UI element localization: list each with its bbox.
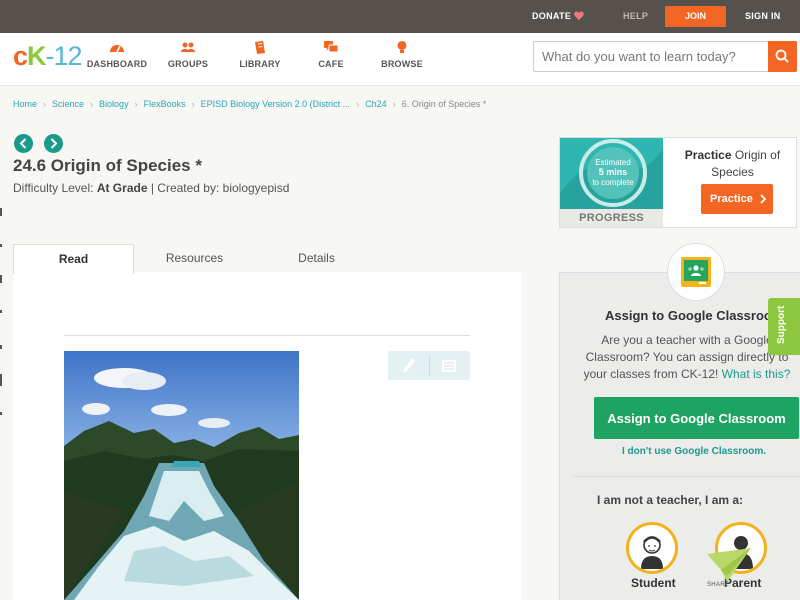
chevron-right-icon — [50, 138, 58, 149]
nav-cafe[interactable]: CAFE — [296, 40, 366, 69]
breadcrumb-separator: › — [43, 99, 47, 109]
cafe-icon — [324, 41, 339, 53]
logo-12: -12 — [45, 41, 83, 71]
progress-label: PROGRESS — [560, 209, 663, 227]
nav-library[interactable]: LIBRARY — [225, 40, 295, 69]
top-bar: DONATE HELP JOIN SIGN IN — [0, 0, 800, 33]
breadcrumb-separator: › — [134, 99, 138, 109]
assign-google-classroom-button[interactable]: Assign to Google Classroom — [594, 397, 799, 439]
groups-icon — [181, 42, 195, 52]
ck12-logo[interactable]: cK-12 — [13, 41, 83, 72]
student-avatar-icon — [641, 536, 663, 569]
nav-dashboard[interactable]: DASHBOARD — [82, 40, 152, 69]
what-is-this-link[interactable]: What is this? — [722, 367, 791, 381]
breadcrumb-separator: › — [392, 99, 396, 109]
edge-mark — [0, 244, 2, 247]
pencil-icon[interactable] — [402, 357, 416, 374]
student-role-button[interactable] — [626, 522, 678, 574]
help-link[interactable]: HELP — [623, 11, 648, 21]
student-role-label: Student — [631, 576, 676, 590]
google-classroom-title: Assign to Google Classroom — [605, 308, 784, 323]
logo-c: c — [13, 41, 28, 71]
breadcrumb-separator: › — [356, 99, 360, 109]
nav-browse[interactable]: BROWSE — [367, 40, 437, 69]
practice-progress-image: Estimated 5 mins to complete PROGRESS — [560, 138, 663, 227]
library-icon — [255, 41, 265, 54]
heart-icon — [574, 11, 584, 20]
practice-card: Estimated 5 mins to complete PROGRESS Pr… — [559, 137, 797, 228]
edge-mark — [0, 374, 2, 386]
breadcrumb-flexbooks[interactable]: FlexBooks — [144, 99, 186, 109]
estimate-line1: Estimated — [595, 158, 631, 167]
breadcrumb-chapter[interactable]: Ch24 — [365, 99, 387, 109]
search-box — [533, 41, 797, 72]
estimate-line3: to complete — [592, 178, 634, 187]
page-title: 24.6 Origin of Species * — [13, 156, 202, 175]
edge-mark — [0, 345, 2, 349]
nav-groups-label: GROUPS — [167, 59, 209, 69]
practice-button[interactable]: Practice — [701, 184, 773, 214]
tab-details[interactable]: Details — [256, 244, 377, 273]
previous-lesson-button[interactable] — [14, 134, 33, 153]
difficulty-value: At Grade — [96, 181, 148, 195]
next-lesson-button[interactable] — [44, 134, 63, 153]
search-input[interactable] — [534, 42, 769, 71]
google-classroom-logo — [667, 243, 725, 301]
breadcrumb-biology[interactable]: Biology — [99, 99, 129, 109]
join-button[interactable]: JOIN — [665, 6, 726, 27]
notes-icon[interactable] — [441, 359, 457, 373]
breadcrumb-separator: › — [90, 99, 94, 109]
lesson-meta: Difficulty Level: At Grade | Created by:… — [13, 181, 289, 195]
nav-dashboard-label: DASHBOARD — [86, 59, 148, 69]
difficulty-label: Difficulty Level: — [13, 181, 97, 195]
browse-icon — [397, 41, 407, 53]
breadcrumb-science[interactable]: Science — [52, 99, 84, 109]
toolbar-divider — [429, 355, 430, 376]
estimate-line2: 5 mins — [599, 167, 628, 177]
nav-library-label: LIBRARY — [239, 59, 281, 69]
created-by: | Created by: biologyepisd — [147, 181, 290, 195]
not-teacher-heading: I am not a teacher, I am a: — [597, 493, 744, 507]
content-divider — [64, 335, 470, 336]
dashboard-icon — [110, 45, 124, 53]
classroom-divider — [574, 476, 800, 477]
tab-resources[interactable]: Resources — [134, 244, 255, 273]
google-classroom-icon — [681, 257, 711, 287]
edge-mark — [0, 208, 2, 216]
donate-link[interactable]: DONATE — [532, 11, 584, 21]
donate-label: DONATE — [532, 11, 572, 21]
breadcrumb-current: 6. Origin of Species * — [401, 99, 487, 109]
breadcrumb-book[interactable]: EPISD Biology Version 2.0 (District ... — [201, 99, 351, 109]
edge-mark — [0, 310, 2, 313]
nav-cafe-label: CAFE — [318, 59, 344, 69]
search-icon — [775, 49, 789, 63]
practice-button-label: Practice — [710, 193, 753, 205]
logo-k: K — [27, 41, 46, 71]
google-classroom-description: Are you a teacher with a Google Classroo… — [574, 332, 800, 383]
breadcrumb: Home › Science › Biology › FlexBooks › EPISD Bio… — [13, 99, 486, 109]
search-button[interactable] — [768, 41, 797, 72]
breadcrumb-separator: › — [191, 99, 195, 109]
chevron-right-icon — [760, 194, 766, 204]
share-label: SHARE — [707, 582, 730, 588]
edge-mark — [0, 412, 2, 415]
annotation-toolbar — [388, 351, 470, 380]
nav-browse-label: BROWSE — [381, 59, 423, 69]
support-tab[interactable]: Support — [768, 298, 800, 355]
main-header: cK-12 DASHBOARD GROUPS LIBRARY CAFE BROW… — [0, 33, 800, 86]
dont-use-google-classroom-link[interactable]: I don't use Google Classroom. — [622, 446, 766, 457]
edge-mark — [0, 275, 2, 283]
nav-groups[interactable]: GROUPS — [153, 40, 223, 69]
practice-title-bold: Practice — [684, 148, 732, 162]
sign-in-link[interactable]: SIGN IN — [745, 11, 781, 21]
chevron-left-icon — [19, 138, 27, 149]
practice-title: Practice Origin of Species — [670, 147, 795, 181]
tab-read[interactable]: Read — [13, 244, 134, 274]
river-rapids-image — [64, 351, 299, 600]
breadcrumb-home[interactable]: Home — [13, 99, 37, 109]
support-label: Support — [776, 305, 787, 344]
